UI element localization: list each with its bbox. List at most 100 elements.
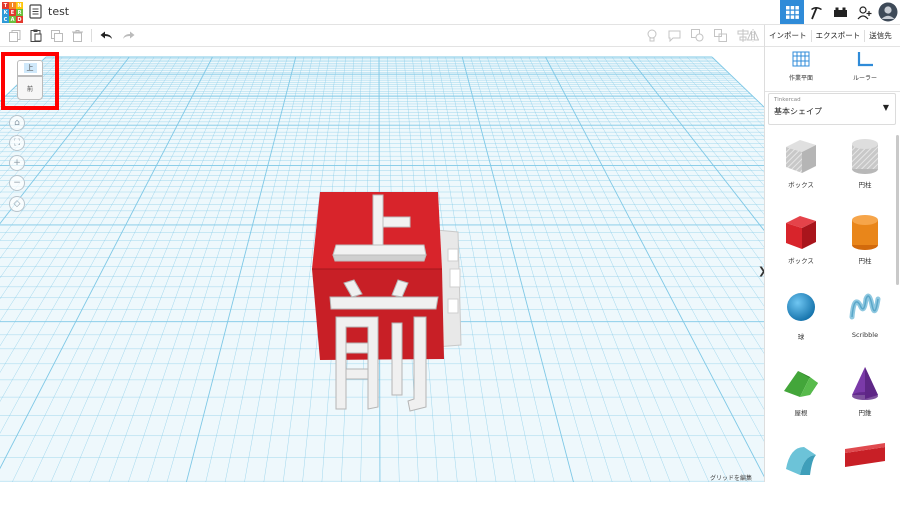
paste-icon [30, 29, 41, 42]
workplane-button[interactable]: 作業平面 [773, 51, 829, 82]
duplicate-button[interactable] [48, 27, 65, 44]
view-cube-top-label: 上 [23, 63, 37, 73]
design-title[interactable]: test [48, 5, 69, 18]
shape-cylinder-hole[interactable]: 円柱 [835, 135, 895, 205]
duplicate-icon [50, 29, 63, 42]
zoom-in-button[interactable]: + [9, 155, 25, 171]
build-button[interactable] [804, 0, 828, 24]
group-icon [714, 29, 727, 42]
lightbulb-icon [647, 29, 656, 42]
trash-icon [72, 29, 83, 42]
view-cube[interactable]: 上 前 [14, 60, 48, 102]
logo-letter: K [2, 9, 9, 16]
round-roof-icon [786, 447, 816, 475]
cube-icon: ◇ [13, 199, 21, 209]
delete-button[interactable] [69, 27, 86, 44]
shape-label: 円錐 [858, 409, 872, 417]
logo-letter: E [9, 9, 16, 16]
comment-icon [668, 30, 681, 42]
logo-letter: N [16, 2, 23, 9]
view-cube-top-face[interactable]: 上 [17, 60, 43, 76]
shape-label: 円柱 [858, 257, 872, 265]
home-view-button[interactable]: ⌂ [9, 115, 25, 131]
zoom-out-button[interactable]: − [9, 175, 25, 191]
top-bar: TINKERCAD test [0, 0, 900, 25]
shape-label: ボックス [788, 181, 814, 189]
send-to-button[interactable]: 送信先 [865, 30, 896, 41]
paste-button[interactable] [27, 27, 44, 44]
import-button[interactable]: インポート [765, 30, 811, 41]
logo-letter: D [16, 16, 23, 23]
shape-sphere[interactable]: 球 [771, 287, 831, 357]
projection-button[interactable]: ◇ [9, 196, 25, 212]
export-button[interactable]: エクスポート [812, 30, 865, 41]
grid-view-icon [785, 5, 799, 19]
logo-letter: C [2, 16, 9, 23]
design-model[interactable] [0, 47, 764, 482]
add-user-icon [857, 5, 871, 19]
shape-label: Scribble [851, 331, 879, 339]
shape-text[interactable] [835, 439, 895, 509]
ruler-button[interactable]: ルーラー [837, 51, 893, 82]
roof-icon [784, 371, 818, 397]
redo-icon [123, 31, 135, 39]
cylinder-icon [852, 215, 878, 250]
bricks-button[interactable] [828, 0, 852, 24]
text-shape-icon [845, 443, 885, 467]
mirror-button[interactable] [744, 27, 761, 44]
shape-cylinder[interactable]: 円柱 [835, 211, 895, 281]
minus-icon: − [13, 178, 21, 188]
panel-scrollbar[interactable] [896, 135, 899, 285]
shape-scribble[interactable]: Scribble [835, 287, 895, 357]
workplane-canvas[interactable]: ❯ [0, 47, 764, 482]
mirror-icon [746, 29, 759, 42]
shape-cone[interactable]: 円錐 [835, 363, 895, 433]
redo-button[interactable] [120, 27, 137, 44]
logo-letter: R [16, 9, 23, 16]
copy-icon [8, 29, 20, 42]
document-icon[interactable] [29, 4, 42, 19]
note-button[interactable] [643, 27, 660, 44]
invite-user-button[interactable] [852, 0, 876, 24]
shape-round-roof[interactable] [771, 439, 831, 509]
comment-button[interactable] [666, 27, 683, 44]
shape-roof[interactable]: 屋根 [771, 363, 831, 433]
scribble-icon [849, 293, 881, 320]
bricks-icon [833, 7, 847, 17]
cone-icon [852, 367, 878, 400]
edit-toolbar [0, 25, 764, 47]
view-cube-front-face[interactable]: 前 [17, 76, 43, 100]
undo-button[interactable] [98, 27, 115, 44]
shape-label: ボックス [788, 257, 814, 265]
shape-library-dropdown[interactable]: Tinkercad 基本シェイプ ▼ [768, 93, 896, 125]
shape-box[interactable]: ボックス [771, 211, 831, 281]
view-cube-front-label: 前 [26, 85, 33, 93]
group-button[interactable] [712, 27, 729, 44]
tinkercad-logo[interactable]: TINKERCAD [2, 2, 23, 23]
profile-avatar[interactable] [876, 0, 900, 24]
shape-label: 球 [797, 333, 805, 341]
shape-label: 円柱 [858, 181, 872, 189]
toolbar-divider [91, 29, 92, 42]
fit-icon: ⛶ [13, 138, 21, 148]
copy-button[interactable] [6, 27, 23, 44]
logo-letter: A [9, 16, 16, 23]
shape-box-hole[interactable]: ボックス [771, 135, 831, 205]
undo-icon [100, 31, 112, 39]
right-panel: インポート エクスポート 送信先 作業平面 ルーラー Tinkercad 基本シ… [764, 25, 900, 482]
edit-grid-link[interactable]: グリッドを編集 [710, 473, 752, 482]
grid-view-button[interactable] [780, 0, 804, 24]
workplane-icon [792, 51, 810, 67]
visibility-icon [691, 29, 704, 42]
ruler-label: ルーラー [852, 75, 877, 82]
home-icon: ⌂ [14, 118, 20, 128]
box-icon [786, 216, 816, 249]
sphere-icon [787, 293, 815, 321]
cylinder-hole-icon [852, 139, 878, 174]
shape-label: 屋根 [794, 409, 808, 417]
visibility-button[interactable] [689, 27, 706, 44]
plus-icon: + [13, 158, 21, 168]
ruler-icon [857, 52, 873, 67]
shape-palette: ボックス 円柱 ボックス 円柱 球 Scribble 屋根 円錐 [765, 129, 900, 482]
fit-view-button[interactable]: ⛶ [9, 135, 25, 151]
